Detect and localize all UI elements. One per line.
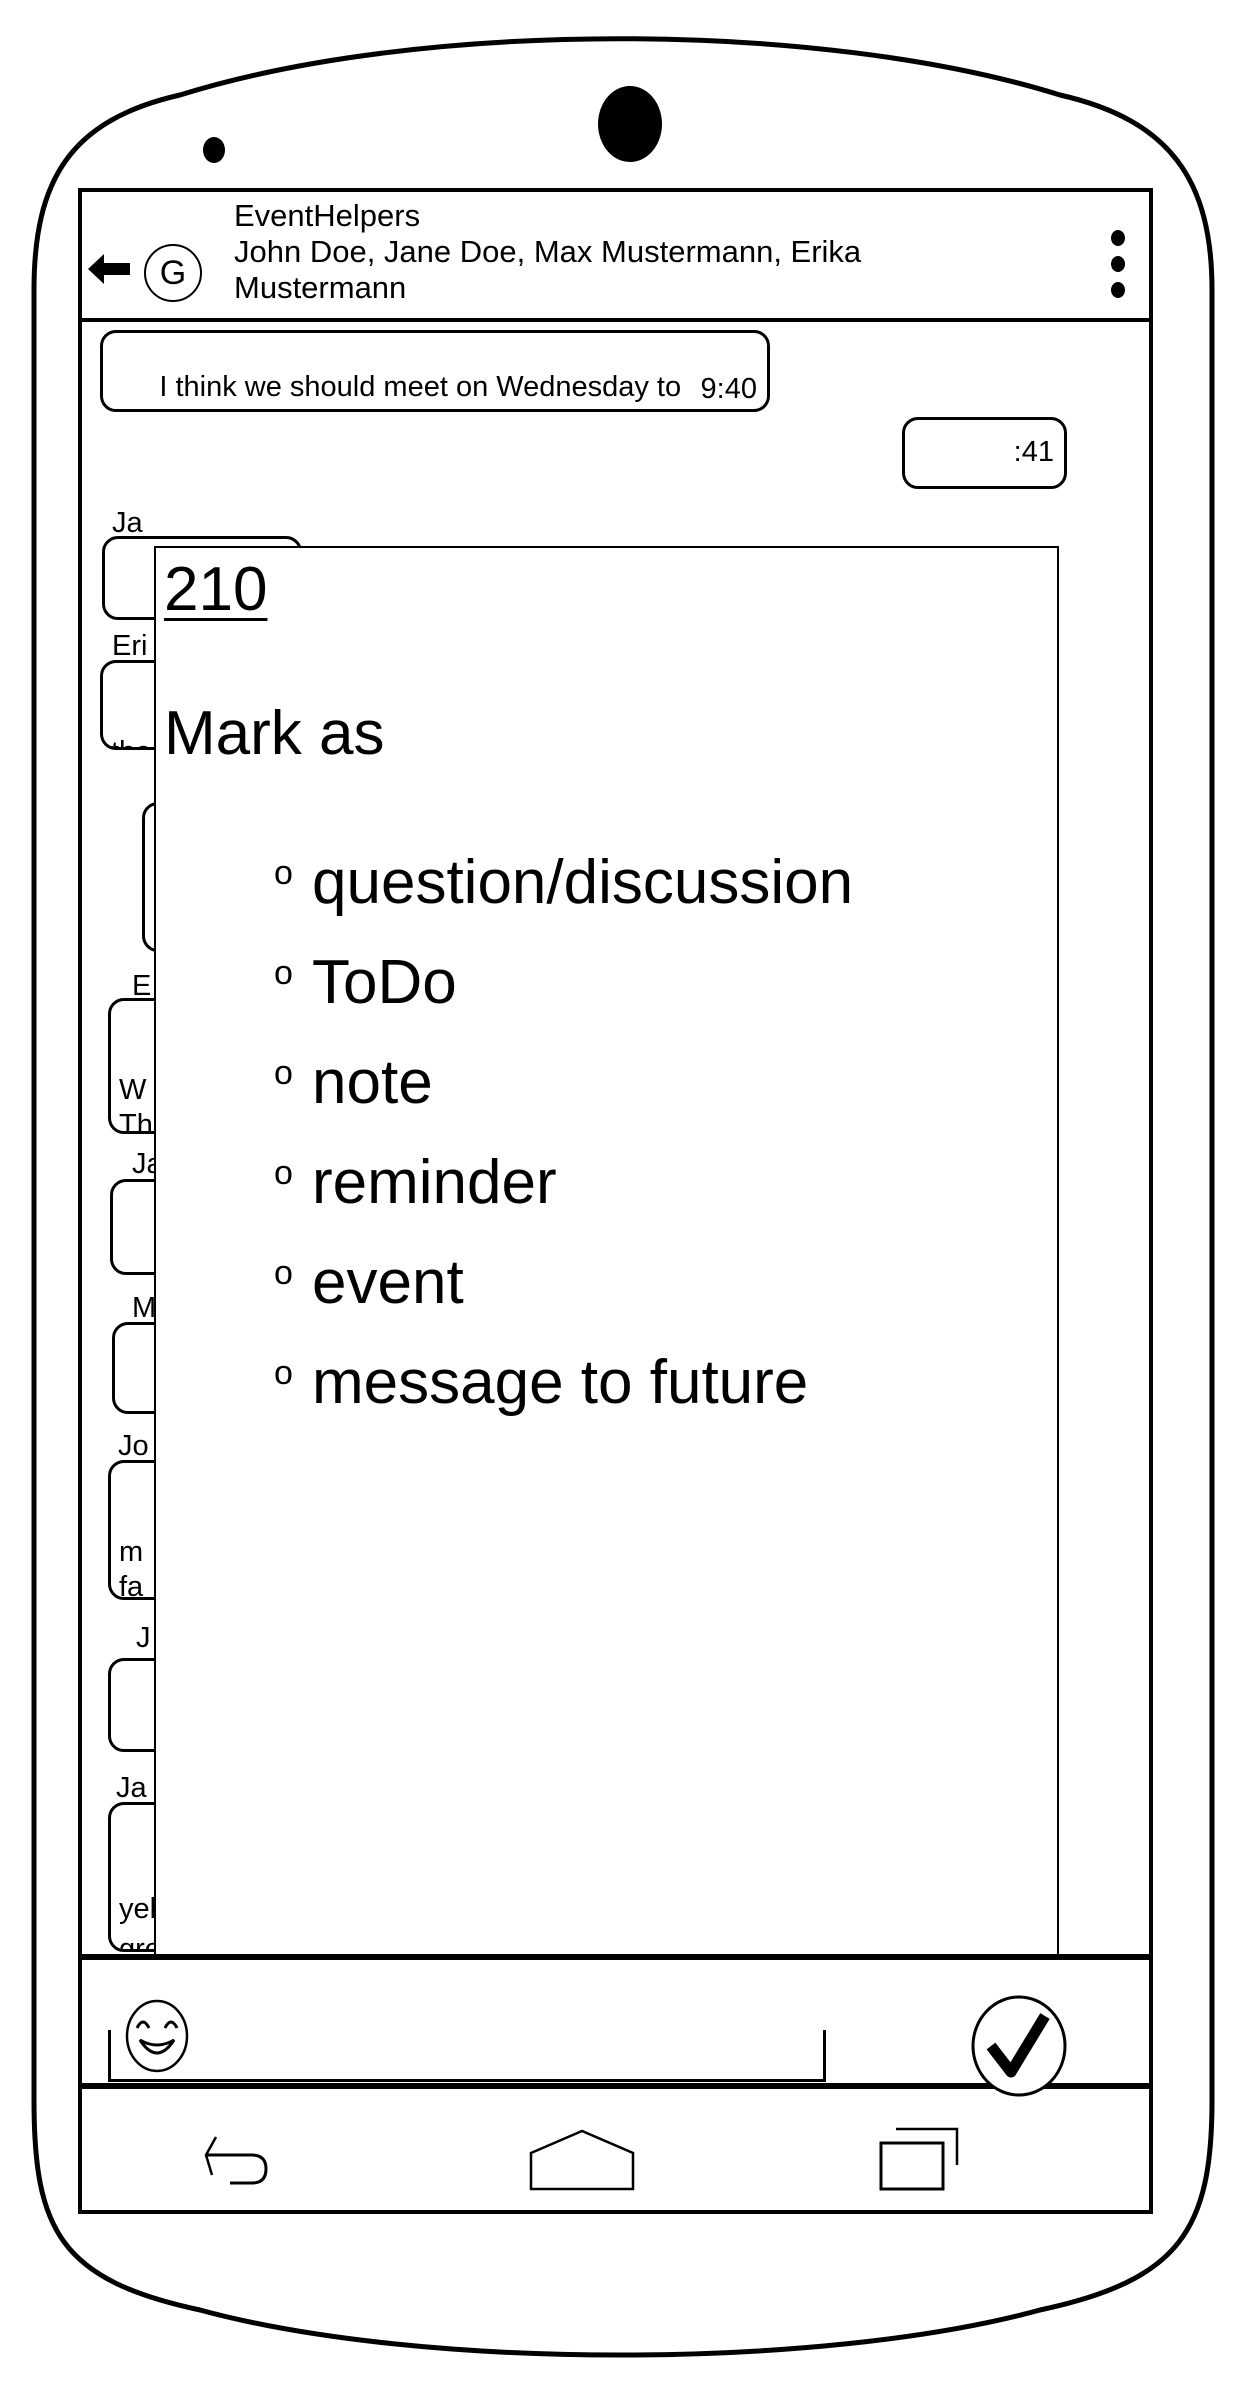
dialog-title: Mark as — [164, 699, 385, 768]
radio-icon[interactable]: o — [274, 1138, 293, 1208]
phone-screen: G EventHelpers John Doe, Jane Doe, Max M… — [78, 188, 1153, 2214]
navigation-bar — [82, 2089, 1149, 2210]
radio-icon[interactable]: o — [274, 1338, 293, 1408]
checkmark-icon[interactable] — [969, 1994, 1069, 2098]
option-label: reminder — [312, 1148, 557, 1217]
mark-as-dialog: 210 Mark as o question/discussion o ToDo… — [154, 546, 1059, 1954]
option-label: message to future — [312, 1348, 809, 1417]
message-time: 9:40 — [700, 373, 757, 405]
home-icon[interactable] — [527, 2129, 637, 2191]
message-sender: Eri — [112, 630, 148, 662]
message-sender: M — [132, 1292, 157, 1324]
message-time: :41 — [1013, 436, 1054, 468]
radio-icon[interactable]: o — [274, 838, 293, 908]
chat-header: G EventHelpers John Doe, Jane Doe, Max M… — [82, 192, 1149, 322]
reference-numeral: 210 — [164, 555, 268, 624]
message-bubble[interactable]: I think we should meet on Wednesday to b… — [100, 330, 770, 412]
message-input[interactable] — [108, 2030, 826, 2082]
smiley-face-icon[interactable] — [124, 1998, 190, 2074]
option-label: note — [312, 1048, 433, 1117]
option-label: ToDo — [312, 948, 457, 1017]
message-sender: Jo — [118, 1430, 149, 1462]
group-name[interactable]: EventHelpers — [234, 198, 420, 234]
group-members: John Doe, Jane Doe, Max Mustermann, Erik… — [234, 234, 862, 305]
more-options-icon[interactable] — [1107, 230, 1129, 312]
message-sender: Ja — [116, 1772, 147, 1804]
sensor-dot — [203, 137, 225, 163]
recents-icon[interactable] — [877, 2125, 987, 2191]
message-input-bar — [82, 1954, 1149, 2097]
group-avatar[interactable]: G — [144, 244, 202, 302]
radio-icon[interactable]: o — [274, 938, 293, 1008]
back-icon[interactable] — [204, 2131, 304, 2191]
message-text: I think we should meet on Wednesday to b… — [111, 371, 682, 409]
front-camera — [598, 86, 662, 162]
back-arrow-icon[interactable] — [88, 254, 130, 284]
chat-messages[interactable]: I think we should meet on Wednesday to b… — [82, 322, 1149, 1954]
option-label: event — [312, 1248, 464, 1317]
radio-icon[interactable]: o — [274, 1238, 293, 1308]
option-label: question/discussion — [312, 848, 854, 917]
message-bubble[interactable]: :41 — [902, 417, 1067, 489]
radio-icon[interactable]: o — [274, 1038, 293, 1108]
message-sender: J — [136, 1622, 151, 1654]
message-sender: Ja — [112, 507, 143, 539]
